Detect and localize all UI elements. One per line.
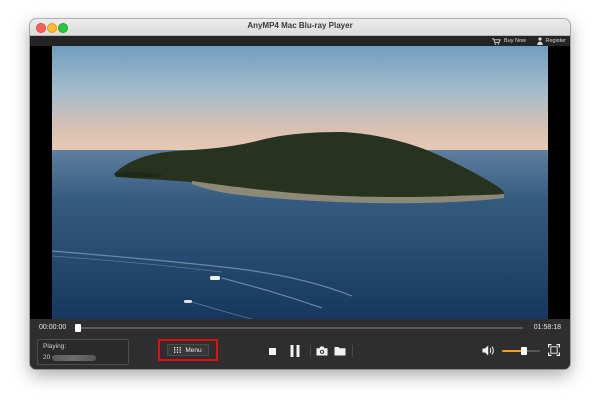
video-area[interactable] [30, 46, 570, 319]
volume-button[interactable] [482, 345, 495, 356]
open-folder-button[interactable] [334, 345, 346, 356]
stop-icon [268, 347, 276, 355]
register-button[interactable]: Register [536, 37, 566, 45]
blurred-title [52, 355, 96, 361]
seek-handle[interactable] [75, 324, 81, 332]
video-frame [52, 46, 548, 319]
fullscreen-button[interactable] [548, 344, 560, 356]
folder-icon [334, 346, 346, 355]
volume-slider[interactable] [502, 347, 540, 355]
menu-button[interactable]: Menu [167, 344, 209, 356]
seek-bar[interactable] [75, 324, 523, 332]
camera-icon [316, 346, 328, 355]
title-bar: AnyMP4 Mac Blu-ray Player [30, 19, 570, 36]
stop-button[interactable] [267, 346, 277, 356]
cart-icon [491, 37, 501, 45]
pause-button[interactable] [288, 344, 302, 358]
current-time: 00:00:00 [39, 324, 67, 331]
playing-info: Playing: 20 [37, 339, 129, 365]
buy-now-label: Buy Now [503, 38, 526, 44]
menu-label: Menu [185, 346, 202, 354]
window-title: AnyMP4 Mac Blu-ray Player [247, 21, 353, 30]
top-toolbar: Buy Now Register [30, 36, 570, 46]
fullscreen-icon [548, 344, 560, 356]
register-label: Register [545, 38, 566, 44]
buy-now-button[interactable]: Buy Now [491, 37, 526, 45]
control-bar: 00:00:00 01:58:18 Playing: 20 Menu [30, 319, 570, 369]
person-icon [536, 37, 543, 45]
pause-icon [290, 345, 300, 357]
player-window: AnyMP4 Mac Blu-ray Player Buy Now Regist… [30, 19, 570, 369]
snapshot-button[interactable] [316, 345, 328, 356]
video-scene [52, 46, 548, 319]
grid-icon [174, 347, 182, 353]
control-divider [352, 345, 353, 357]
playing-label: Playing: [43, 343, 67, 350]
total-time: 01:58:18 [533, 324, 561, 331]
control-divider [310, 345, 311, 357]
playing-title: 20 [43, 354, 51, 361]
volume-handle[interactable] [521, 347, 528, 355]
volume-icon [482, 345, 494, 356]
